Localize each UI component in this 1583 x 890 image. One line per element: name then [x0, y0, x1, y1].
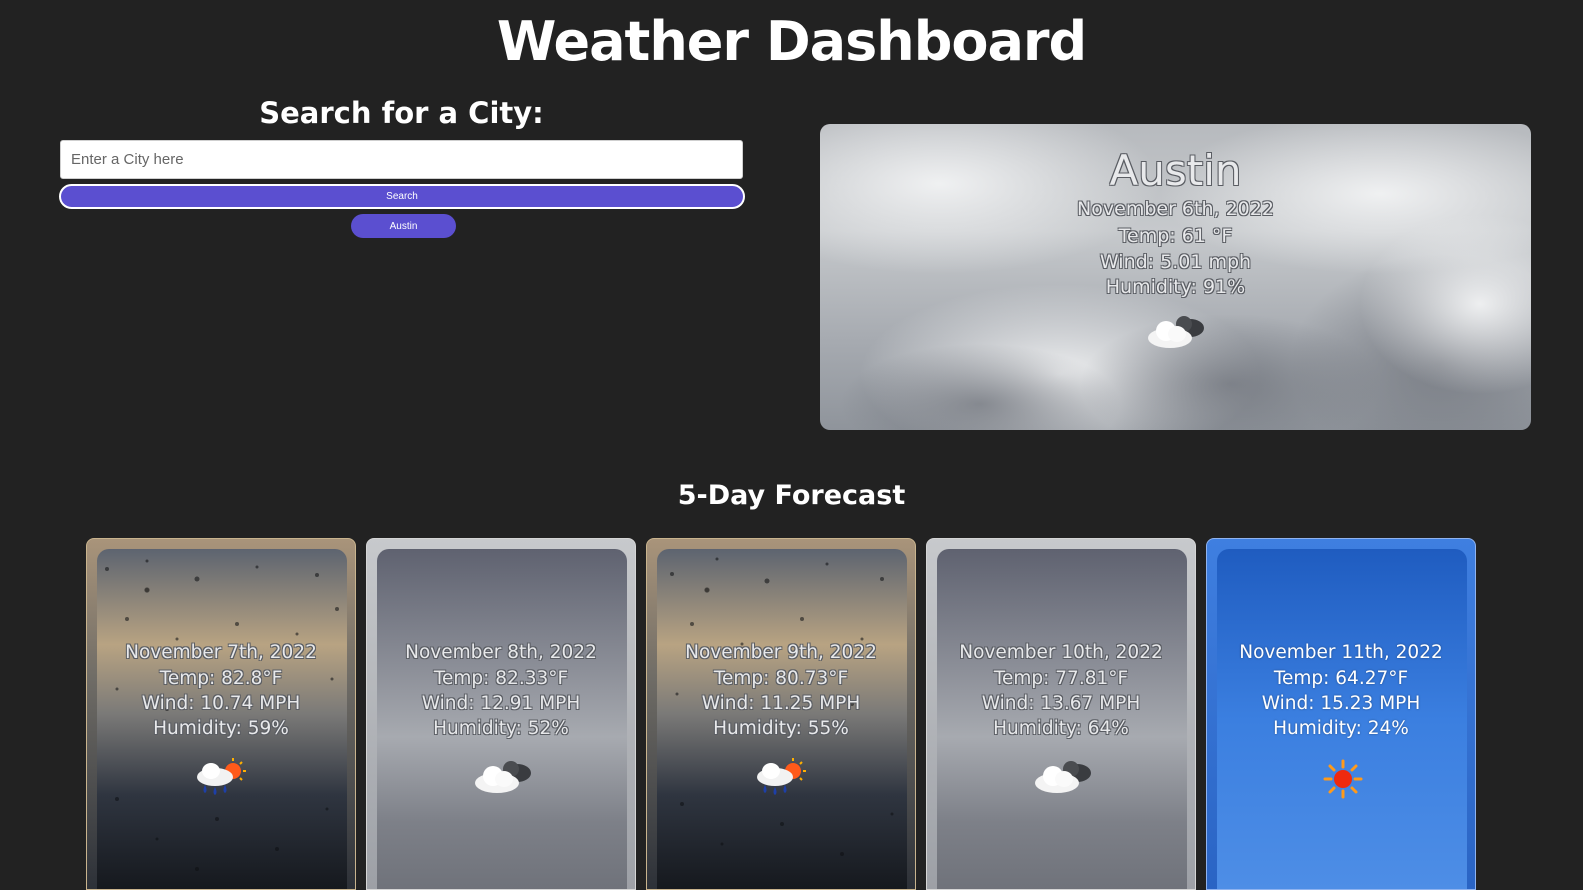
forecast-wind: Wind: 15.23 MPH: [1261, 693, 1421, 714]
forecast-card-day-1: November 7th, 2022 Temp: 82.8°F Wind: 10…: [86, 538, 356, 890]
city-search-input[interactable]: [60, 140, 743, 179]
forecast-card-day-5: November 11th, 2022 Temp: 64.27°F Wind: …: [1206, 538, 1476, 890]
forecast-humidity: Humidity: 52%: [433, 718, 569, 739]
forecast-wind: Wind: 11.25 MPH: [701, 693, 861, 714]
forecast-wind: Wind: 10.74 MPH: [141, 693, 301, 714]
raindrops-decoration: [105, 559, 339, 871]
current-city: Austin: [1109, 146, 1242, 195]
current-weather-card: Austin November 6th, 2022 Temp: 61 °F Wi…: [820, 124, 1531, 430]
forecast-temp: Temp: 82.33°F: [433, 668, 569, 689]
rain-sun-icon: [757, 758, 806, 795]
forecast-heading: 5-Day Forecast: [677, 480, 906, 511]
cloudy-icon: [1035, 761, 1091, 793]
forecast-date: November 8th, 2022: [405, 642, 597, 663]
forecast-date: November 9th, 2022: [685, 642, 877, 663]
forecast-card-day-3: November 9th, 2022 Temp: 80.73°F Wind: 1…: [646, 538, 916, 890]
history-button-austin[interactable]: Austin: [351, 214, 456, 238]
current-temp: Temp: 61 °F: [1118, 225, 1233, 247]
forecast-card-day-4: November 10th, 2022 Temp: 77.81°F Wind: …: [926, 538, 1196, 890]
raindrops-decoration: [670, 557, 894, 856]
forecast-humidity: Humidity: 59%: [153, 718, 289, 739]
search-button[interactable]: Search: [59, 184, 745, 209]
cloudy-icon: [1148, 316, 1204, 348]
forecast-temp: Temp: 77.81°F: [993, 668, 1129, 689]
forecast-wind: Wind: 13.67 MPH: [981, 693, 1141, 714]
forecast-date: November 10th, 2022: [959, 642, 1163, 663]
current-date: November 6th, 2022: [1077, 198, 1274, 220]
current-wind: Wind: 5.01 mph: [1099, 251, 1252, 273]
forecast-humidity: Humidity: 55%: [713, 718, 849, 739]
forecast-wind: Wind: 12.91 MPH: [421, 693, 581, 714]
forecast-date: November 7th, 2022: [125, 642, 317, 663]
page-title: Weather Dashboard: [496, 10, 1087, 73]
search-heading: Search for a City:: [259, 96, 544, 130]
sun-icon: [1323, 759, 1363, 799]
rain-sun-icon: [197, 758, 246, 795]
forecast-temp: Temp: 80.73°F: [713, 668, 849, 689]
forecast-temp: Temp: 64.27°F: [1273, 668, 1409, 689]
cloudy-icon: [475, 761, 531, 793]
forecast-temp: Temp: 82.8°F: [159, 668, 283, 689]
forecast-card-day-2: November 8th, 2022 Temp: 82.33°F Wind: 1…: [366, 538, 636, 890]
forecast-date: November 11th, 2022: [1239, 642, 1443, 663]
forecast-humidity: Humidity: 24%: [1273, 718, 1409, 739]
current-humidity: Humidity: 91%: [1105, 276, 1246, 298]
forecast-humidity: Humidity: 64%: [993, 718, 1129, 739]
